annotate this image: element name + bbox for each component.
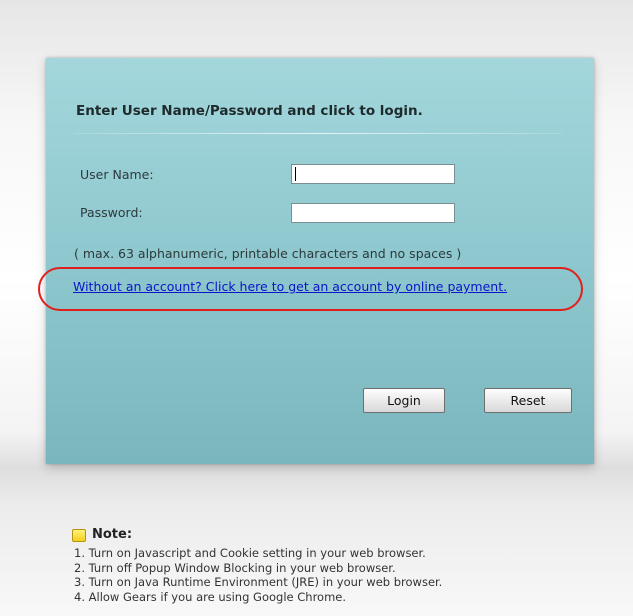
login-page: Enter User Name/Password and click to lo… <box>0 0 633 616</box>
note-item: 4. Allow Gears if you are using Google C… <box>74 589 347 604</box>
note-item: 1. Turn on Javascript and Cookie setting… <box>74 546 426 560</box>
note-item: 3. Turn on Java Runtime Environment (JRE… <box>74 575 443 589</box>
login-panel: Enter User Name/Password and click to lo… <box>46 58 594 464</box>
login-button[interactable]: Login <box>363 388 445 413</box>
title-divider <box>74 133 562 134</box>
note-icon <box>72 529 86 542</box>
note-list: 1. Turn on Javascript and Cookie setting… <box>74 546 442 604</box>
text-caret <box>295 167 296 181</box>
password-label: Password: <box>80 205 143 220</box>
note-item: 2. Turn off Popup Window Blocking in you… <box>74 560 396 575</box>
password-hint: ( max. 63 alphanumeric, printable charac… <box>74 246 462 261</box>
online-payment-account-link[interactable]: Without an account? Click here to get an… <box>73 279 507 294</box>
username-label: User Name: <box>80 167 154 182</box>
password-field[interactable] <box>291 203 455 223</box>
note-heading: Note: <box>92 527 133 542</box>
login-title: Enter User Name/Password and click to lo… <box>76 103 423 119</box>
reset-button[interactable]: Reset <box>484 388 572 413</box>
username-field[interactable] <box>291 164 455 184</box>
